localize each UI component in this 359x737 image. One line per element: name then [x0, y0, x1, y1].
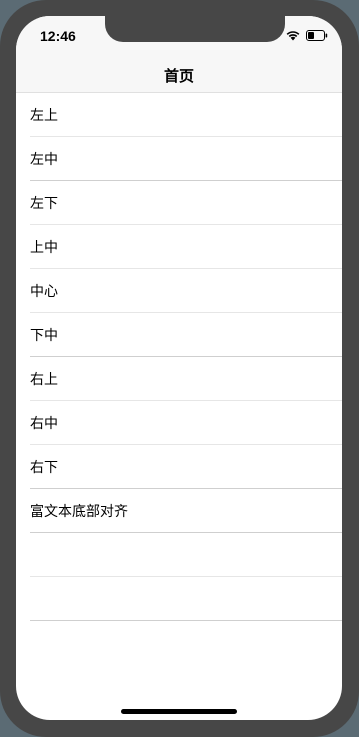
list-item[interactable]: 中心 — [30, 269, 342, 313]
device-frame: 12:46 首页 左上 左中 左下 上中 中心 下中 右上 右中 右下 富文本底… — [0, 0, 359, 737]
list-item[interactable]: 右下 — [30, 445, 342, 489]
list-item[interactable]: 右上 — [30, 357, 342, 401]
list-item — [30, 577, 342, 621]
list-item-label: 下中 — [30, 328, 58, 344]
list-item — [30, 533, 342, 577]
list-item-label: 右下 — [30, 460, 58, 476]
list-item[interactable]: 下中 — [30, 313, 342, 357]
list-item[interactable]: 左下 — [30, 181, 342, 225]
list-item[interactable]: 右中 — [30, 401, 342, 445]
list-item-label: 右上 — [30, 372, 58, 388]
home-indicator[interactable] — [121, 709, 237, 714]
navigation-bar: 首页 — [16, 60, 342, 93]
list-item[interactable]: 富文本底部对齐 — [30, 489, 342, 533]
wifi-icon — [286, 31, 300, 41]
list-item-label: 中心 — [30, 284, 58, 300]
battery-icon — [306, 30, 328, 41]
list-item[interactable]: 左中 — [30, 137, 342, 181]
list-item-label: 右中 — [30, 416, 58, 432]
table-view[interactable]: 左上 左中 左下 上中 中心 下中 右上 右中 右下 富文本底部对齐 — [16, 93, 342, 621]
list-item-label: 左中 — [30, 152, 58, 168]
list-item[interactable]: 上中 — [30, 225, 342, 269]
list-item-label: 富文本底部对齐 — [30, 504, 128, 520]
list-item-label: 左下 — [30, 196, 58, 212]
list-item-label: 上中 — [30, 240, 58, 256]
status-time: 12:46 — [40, 28, 76, 44]
device-notch — [105, 16, 285, 42]
list-item[interactable]: 左上 — [30, 93, 342, 137]
page-title: 首页 — [163, 67, 194, 85]
phone-screen: 12:46 首页 左上 左中 左下 上中 中心 下中 右上 右中 右下 富文本底… — [16, 16, 342, 720]
list-item-label: 左上 — [30, 108, 58, 124]
